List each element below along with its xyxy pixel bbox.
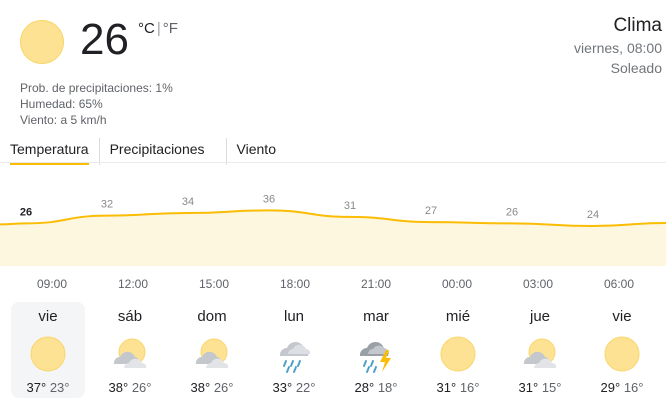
- low-temp: 18°: [377, 380, 398, 395]
- fahrenheit-unit[interactable]: °F: [163, 20, 178, 37]
- chart-data-label: 27: [425, 205, 437, 217]
- wind-text: Viento: a 5 km/h: [20, 113, 107, 127]
- unit-separator: |: [156, 20, 161, 37]
- low-temp: 16°: [459, 380, 480, 395]
- day-temps: 31° 16°: [421, 380, 495, 395]
- condition-text: Soleado: [610, 60, 662, 76]
- day-temps: 29° 16°: [585, 380, 659, 395]
- low-temp: 23°: [49, 380, 70, 395]
- day-temps: 38° 26°: [93, 380, 167, 395]
- humidity-text: Humedad: 65%: [20, 97, 103, 111]
- temperature-chart: 26 32 34 36 31 27 26 24: [0, 193, 666, 266]
- weather-details: Prob. de precipitaciones: 1% Humedad: 65…: [20, 80, 173, 128]
- low-temp: 26°: [213, 380, 234, 395]
- chart-data-label: 36: [263, 193, 275, 205]
- forecast-day-6[interactable]: jue 31° 15°: [503, 302, 577, 398]
- day-temps: 38° 26°: [175, 380, 249, 395]
- high-temp: 33°: [272, 380, 293, 395]
- tab-precipitation[interactable]: Precipitaciones: [98, 138, 216, 165]
- tab-divider: [0, 162, 666, 163]
- rain-icon: [274, 334, 314, 374]
- day-name: vie: [38, 308, 58, 325]
- forecast-day-1[interactable]: sáb 38° 26°: [93, 302, 167, 398]
- partly-cloudy-icon: [520, 334, 560, 374]
- page-title: Clima: [613, 15, 662, 36]
- tab-bar: Temperatura Precipitaciones Viento: [10, 138, 297, 165]
- day-name: vie: [612, 308, 632, 325]
- forecast-day-2[interactable]: dom 38° 26°: [175, 302, 249, 398]
- day-name: mar: [363, 308, 389, 325]
- sun-icon: [438, 334, 478, 374]
- time-tick-label: 12:00: [117, 277, 149, 291]
- sun-icon: [28, 334, 68, 374]
- time-tick-label: 15:00: [198, 277, 230, 291]
- day-temps: 37° 23°: [11, 380, 85, 395]
- precipitation-text: Prob. de precipitaciones: 1%: [20, 81, 173, 95]
- high-temp: 28°: [354, 380, 375, 395]
- time-tick-label: 00:00: [441, 277, 473, 291]
- high-temp: 38°: [190, 380, 211, 395]
- chart-data-label: 26: [506, 206, 518, 218]
- forecast-day-4[interactable]: mar 28° 18°: [339, 302, 413, 398]
- low-temp: 22°: [295, 380, 316, 395]
- high-temp: 31°: [518, 380, 539, 395]
- current-temperature: 26: [80, 15, 129, 64]
- low-temp: 26°: [131, 380, 152, 395]
- low-temp: 16°: [623, 380, 644, 395]
- high-temp: 37°: [26, 380, 47, 395]
- time-tick-label: 09:00: [36, 277, 68, 291]
- day-temps: 28° 18°: [339, 380, 413, 395]
- day-name: jue: [529, 308, 551, 325]
- low-temp: 15°: [541, 380, 562, 395]
- forecast-day-7[interactable]: vie 29° 16°: [585, 302, 659, 398]
- day-name: dom: [197, 308, 227, 325]
- time-tick-label: 06:00: [603, 277, 635, 291]
- high-temp: 31°: [436, 380, 457, 395]
- daily-forecast: vie 37° 23° sáb 38° 26° dom 38° 26° lun 33° 22°…: [0, 302, 666, 402]
- thunderstorm-icon: [356, 334, 396, 374]
- day-temps: 31° 15°: [503, 380, 577, 395]
- header-info: Clima viernes, 08:00 Soleado: [574, 14, 662, 78]
- datetime-text: viernes, 08:00: [574, 40, 662, 56]
- time-tick-label: 03:00: [522, 277, 554, 291]
- day-name: mié: [445, 308, 471, 325]
- day-name: lun: [283, 308, 305, 325]
- forecast-day-5[interactable]: mié 31° 16°: [421, 302, 495, 398]
- chart-area: [0, 210, 666, 266]
- forecast-day-0[interactable]: vie 37° 23°: [11, 302, 85, 398]
- tab-temperature[interactable]: Temperatura: [10, 138, 89, 165]
- sun-icon: [602, 334, 642, 374]
- day-name: sáb: [117, 308, 143, 325]
- forecast-day-3[interactable]: lun 33° 22°: [257, 302, 331, 398]
- time-tick-label: 21:00: [360, 277, 392, 291]
- chart-data-label: 32: [101, 199, 113, 211]
- time-tick-label: 18:00: [279, 277, 311, 291]
- high-temp: 29°: [600, 380, 621, 395]
- chart-data-label: 26: [20, 206, 32, 218]
- chart-data-label: 24: [587, 209, 599, 221]
- unit-toggle: °C | °F: [138, 20, 178, 37]
- partly-cloudy-icon: [192, 334, 232, 374]
- celsius-unit[interactable]: °C: [138, 20, 155, 37]
- high-temp: 38°: [108, 380, 129, 395]
- time-axis: 09:00 12:00 15:00 18:00 21:00 00:00 03:00 06:00: [0, 277, 666, 293]
- partly-cloudy-icon: [110, 334, 150, 374]
- day-temps: 33° 22°: [257, 380, 331, 395]
- sun-icon: [20, 20, 64, 64]
- tab-wind[interactable]: Viento: [225, 138, 287, 165]
- chart-data-label: 31: [344, 200, 356, 212]
- chart-data-label: 34: [182, 196, 194, 208]
